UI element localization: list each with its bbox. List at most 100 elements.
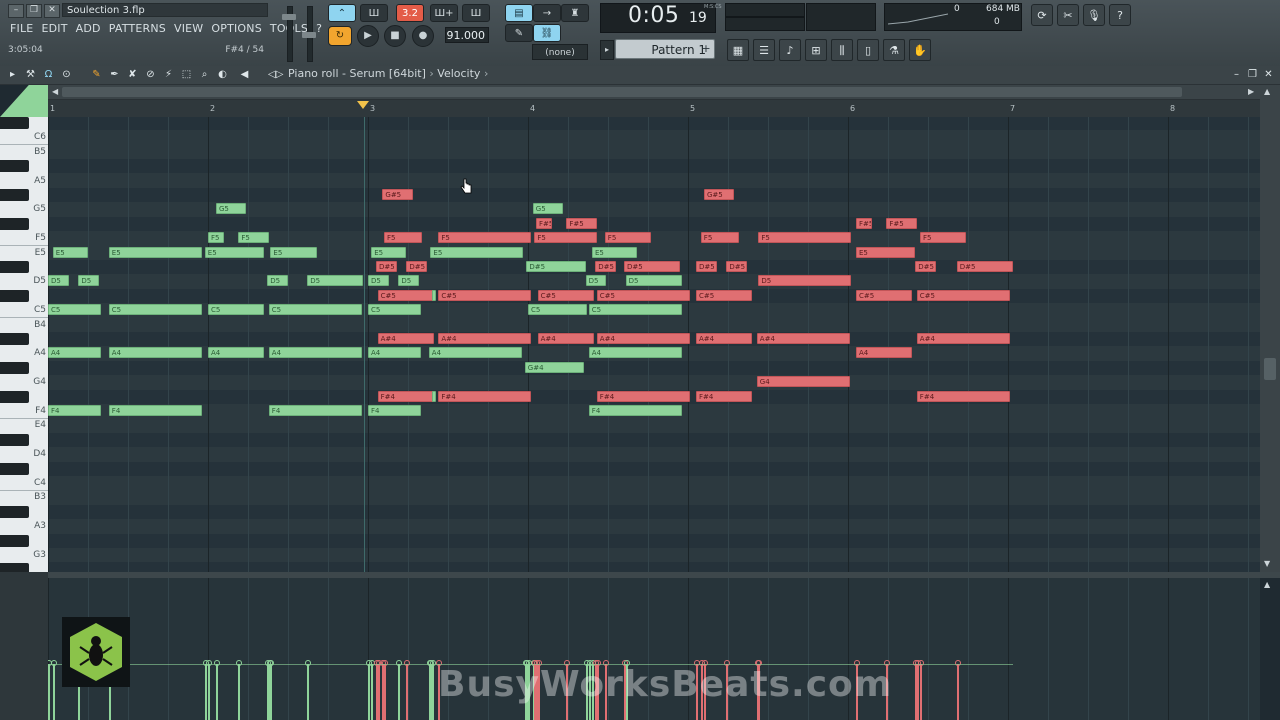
black-key[interactable] bbox=[0, 433, 29, 446]
scroll-down-icon[interactable]: ▼ bbox=[1264, 559, 1270, 568]
note[interactable]: G#5 bbox=[382, 189, 413, 200]
note[interactable]: F#5 bbox=[566, 217, 597, 229]
close-icon[interactable]: ✕ bbox=[44, 4, 60, 18]
minimize-icon[interactable]: – bbox=[8, 4, 24, 18]
note[interactable]: F5 bbox=[920, 232, 967, 244]
black-key[interactable] bbox=[0, 390, 29, 403]
blend-notes-button[interactable]: Ш+ bbox=[430, 4, 458, 22]
note[interactable]: F5 bbox=[238, 232, 269, 244]
black-key[interactable] bbox=[0, 189, 29, 201]
note[interactable]: A#4 bbox=[438, 333, 532, 344]
play-button[interactable]: ▶ bbox=[357, 25, 379, 47]
metronome-button[interactable]: Ш bbox=[360, 4, 388, 22]
black-key[interactable] bbox=[0, 333, 29, 345]
note[interactable]: C#5 bbox=[537, 289, 594, 301]
black-key[interactable] bbox=[0, 563, 29, 572]
note[interactable]: C#5 bbox=[432, 289, 436, 301]
note[interactable]: A4 bbox=[108, 347, 202, 359]
note[interactable]: F#5 bbox=[856, 217, 872, 229]
note[interactable]: D#5 bbox=[726, 261, 748, 272]
velocity-stem[interactable] bbox=[48, 664, 50, 720]
black-key[interactable] bbox=[0, 160, 29, 173]
note-grid[interactable]: G#5 G#5 G5 G5 F#5 F#5 F#5 F#5 F5 F5 F5 F5 F5 F5 F5 F5 F5… bbox=[48, 117, 1260, 572]
note[interactable]: C#5 bbox=[856, 289, 912, 301]
master-pitch-knob[interactable] bbox=[302, 32, 316, 38]
note[interactable]: D5 bbox=[267, 275, 288, 287]
note[interactable]: D5 bbox=[48, 275, 69, 287]
note[interactable]: E5 bbox=[592, 246, 637, 258]
velocity-handle[interactable] bbox=[214, 660, 220, 666]
note[interactable]: D5 bbox=[368, 275, 389, 287]
master-volume-knob[interactable] bbox=[282, 14, 296, 20]
tempo-tapper-icon[interactable]: ✋ bbox=[909, 39, 931, 61]
velocity-stem[interactable] bbox=[204, 664, 207, 720]
note[interactable]: D5 bbox=[758, 275, 852, 287]
menu-edit[interactable]: EDIT bbox=[37, 21, 71, 37]
velocity-handle[interactable] bbox=[954, 660, 961, 666]
note[interactable]: A#4 bbox=[916, 333, 1010, 344]
time-format-label[interactable]: M:S:CS bbox=[704, 4, 722, 10]
note[interactable]: D#5 bbox=[624, 261, 680, 272]
velocity-stem[interactable] bbox=[238, 664, 241, 720]
note[interactable]: F4 bbox=[268, 405, 362, 416]
note[interactable]: D#5 bbox=[376, 261, 397, 272]
note[interactable]: E5 bbox=[430, 246, 524, 258]
note[interactable]: C#5 bbox=[377, 289, 434, 301]
velocity-handle[interactable] bbox=[914, 660, 921, 666]
note[interactable]: A4 bbox=[368, 347, 421, 359]
mixer-icon[interactable]: ⫼ bbox=[831, 39, 853, 61]
note[interactable]: A#4 bbox=[537, 333, 594, 344]
note[interactable]: C5 bbox=[528, 304, 588, 316]
note[interactable]: F#5 bbox=[886, 217, 917, 229]
note[interactable]: D5 bbox=[625, 275, 682, 287]
restore-icon[interactable]: ❐ bbox=[26, 4, 42, 18]
note[interactable]: F#4 bbox=[696, 390, 752, 402]
velocity-handle[interactable] bbox=[375, 660, 382, 666]
black-key[interactable] bbox=[0, 462, 29, 475]
plugin-picker-icon[interactable]: ⚗ bbox=[883, 39, 905, 61]
note[interactable]: E5 bbox=[270, 246, 317, 258]
select-icon[interactable]: ⬚ bbox=[180, 68, 193, 81]
arrows-icon[interactable]: ◁▷ bbox=[268, 68, 283, 81]
pattern-song-toggle[interactable]: ↻ bbox=[328, 26, 352, 46]
cut-tool-icon[interactable]: ✂ bbox=[1057, 4, 1079, 26]
note[interactable]: E5 bbox=[371, 246, 407, 258]
velocity-stem[interactable] bbox=[368, 664, 370, 720]
menu-add[interactable]: ADD bbox=[72, 21, 105, 37]
note[interactable]: F#5 bbox=[536, 217, 552, 229]
note[interactable]: C#5 bbox=[438, 289, 532, 301]
note[interactable]: F5 bbox=[700, 232, 740, 244]
velocity-stem[interactable] bbox=[307, 664, 310, 720]
minimize-window-icon[interactable]: – bbox=[1230, 68, 1243, 81]
velocity-handle[interactable] bbox=[426, 660, 433, 666]
note[interactable]: F4 bbox=[588, 405, 682, 416]
horizontal-scroll-thumb[interactable] bbox=[62, 87, 1182, 97]
help-icon[interactable]: ? bbox=[1109, 4, 1131, 26]
countdown-button[interactable]: 3.2 bbox=[396, 4, 424, 22]
reset-icon[interactable]: ⟳ bbox=[1031, 4, 1053, 26]
note[interactable]: C5 bbox=[208, 304, 264, 316]
snap-corner-icon[interactable] bbox=[0, 85, 48, 117]
note[interactable]: A4 bbox=[268, 347, 362, 359]
vertical-scrollbar[interactable] bbox=[1260, 85, 1280, 572]
note[interactable]: E5 bbox=[856, 246, 916, 258]
black-key[interactable] bbox=[0, 505, 29, 518]
delete-icon[interactable]: ✘ bbox=[126, 68, 139, 81]
record-button[interactable]: ● bbox=[412, 25, 434, 47]
velocity-stem[interactable] bbox=[920, 664, 922, 720]
note[interactable]: A4 bbox=[208, 347, 264, 359]
note[interactable]: F5 bbox=[384, 232, 423, 244]
velocity-stem[interactable] bbox=[398, 664, 401, 720]
note[interactable]: E5 bbox=[108, 246, 202, 258]
note[interactable]: E5 bbox=[52, 246, 88, 258]
channel-rack-icon[interactable]: ▯ bbox=[857, 39, 879, 61]
note[interactable]: A#4 bbox=[377, 333, 434, 344]
menu-patterns[interactable]: PATTERNS bbox=[105, 21, 170, 37]
note[interactable]: D#5 bbox=[915, 261, 936, 272]
velocity-stem[interactable] bbox=[428, 664, 431, 720]
browser-icon[interactable]: ⊞ bbox=[805, 39, 827, 61]
note[interactable]: F#4 bbox=[438, 390, 532, 402]
vertical-scroll-thumb[interactable] bbox=[1264, 358, 1276, 380]
velocity-handle[interactable] bbox=[236, 660, 243, 666]
stamp-icon[interactable]: ⊙ bbox=[60, 68, 73, 81]
